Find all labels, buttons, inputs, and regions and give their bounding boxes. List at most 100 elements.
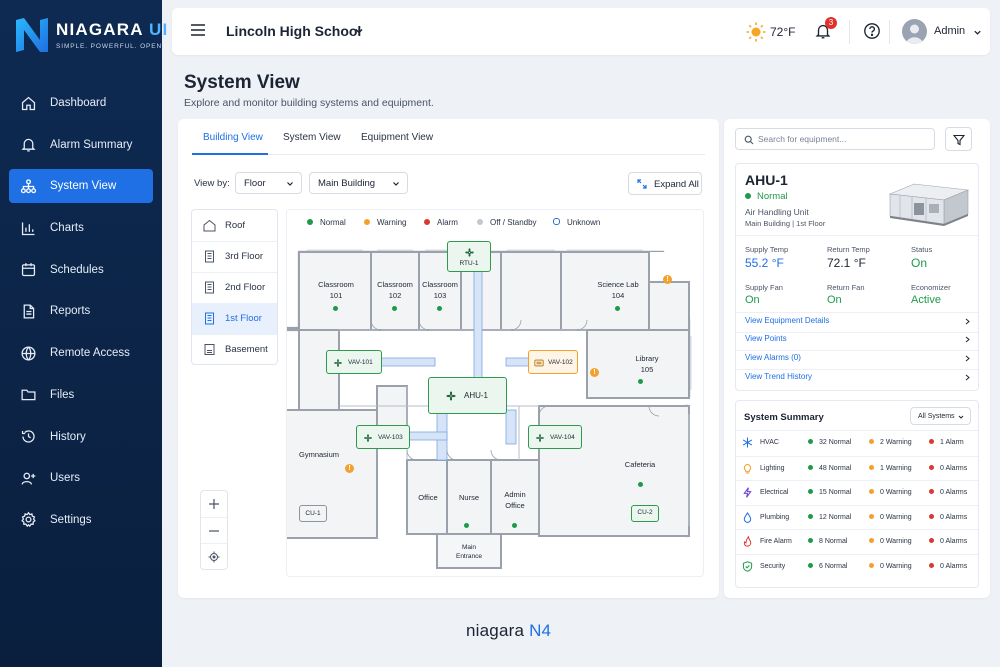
bulb-icon: [743, 463, 752, 474]
warning-indicator-icon[interactable]: !: [590, 368, 599, 377]
warning-indicator-icon[interactable]: !: [345, 464, 354, 473]
warning-count: 0 Warning: [869, 489, 912, 496]
tab-building-view[interactable]: Building View: [203, 132, 263, 143]
normal-count: 8 Normal: [808, 538, 847, 545]
view-points-link[interactable]: View Points: [745, 334, 971, 350]
divider: [736, 369, 978, 370]
building-icon: [205, 281, 214, 294]
zoom-in-button[interactable]: [201, 491, 227, 517]
warning-indicator-icon[interactable]: !: [663, 275, 672, 284]
sidebar-item-alarm-summary[interactable]: Alarm Summary: [9, 128, 153, 162]
chevron-down-icon: [958, 415, 964, 419]
user-name[interactable]: Admin: [934, 25, 965, 37]
sidebar-item-label: Remote Access: [50, 347, 130, 360]
equipment-tag-vav-104[interactable]: VAV-104: [528, 425, 582, 449]
floor-plan[interactable]: Normal Warning Alarm Off / Standby Unkno…: [286, 209, 704, 577]
chevron-down-icon: [393, 182, 399, 186]
floor-list: Roof 3rd Floor 2nd Floor 1st Floor Basem…: [191, 209, 278, 365]
floor-item-2nd[interactable]: 2nd Floor: [192, 272, 277, 303]
sidebar-item-files[interactable]: Files: [9, 378, 153, 412]
search-input[interactable]: [758, 132, 928, 146]
building-select[interactable]: Main Building: [309, 172, 408, 194]
floor-item-1st[interactable]: 1st Floor: [192, 303, 277, 334]
floor-item-roof[interactable]: Roof: [192, 210, 277, 241]
room-science-lab-104[interactable]: Science Lab 104: [592, 279, 644, 301]
view-by-label: View by:: [194, 178, 230, 189]
brand-logo[interactable]: NIAGARA UI SIMPLE. POWERFUL. OPEN.: [14, 16, 167, 60]
chevron-down-icon[interactable]: [354, 26, 364, 36]
room-nurse[interactable]: Nurse: [449, 492, 489, 503]
zoom-out-button[interactable]: [201, 517, 227, 543]
room-main-entrance[interactable]: Main Entrance: [437, 543, 501, 561]
search-icon: [744, 135, 754, 145]
fan-icon: [536, 434, 544, 442]
view-equipment-details-link[interactable]: View Equipment Details: [745, 316, 971, 332]
hamburger-menu-icon[interactable]: [190, 23, 206, 37]
footer-brand: niagara N4: [466, 621, 552, 640]
summary-row-security[interactable]: Security 6 Normal 0 Warning 0 Alarms: [736, 554, 978, 578]
sidebar-item-reports[interactable]: Reports: [9, 294, 153, 328]
normal-count: 48 Normal: [808, 465, 851, 472]
room-classroom-101[interactable]: Classroom 101: [309, 279, 363, 301]
equipment-tag-vav-103[interactable]: VAV-103: [356, 425, 410, 449]
brand-name: NIAGARA UI: [56, 20, 169, 39]
summary-row-hvac[interactable]: HVAC 32 Normal 2 Warning 1 Alarm: [736, 431, 978, 455]
sidebar-item-remote-access[interactable]: Remote Access: [9, 336, 153, 370]
expand-all-button[interactable]: Expand All: [628, 172, 702, 195]
sidebar-item-users[interactable]: Users: [9, 461, 153, 495]
alarm-count: 0 Alarms: [929, 563, 967, 570]
room-library-105[interactable]: Library 105: [622, 353, 672, 375]
filter-button[interactable]: [945, 127, 972, 151]
equipment-tag-vav-102[interactable]: VAV-102: [528, 350, 578, 374]
equipment-tag-rtu-1[interactable]: RTU-1: [447, 241, 491, 272]
sidebar-item-charts[interactable]: Charts: [9, 211, 153, 245]
summary-row-electrical[interactable]: Electrical 15 Normal 0 Warning 0 Alarms: [736, 480, 978, 504]
equipment-tag-cu-1[interactable]: CU-1: [299, 505, 327, 522]
summary-row-plumbing[interactable]: Plumbing 12 Normal 0 Warning 0 Alarms: [736, 505, 978, 529]
system-name: Plumbing: [760, 514, 790, 521]
floor-item-3rd[interactable]: 3rd Floor: [192, 241, 277, 272]
warning-count: 0 Warning: [869, 514, 912, 521]
sidebar-item-label: Dashboard: [50, 97, 107, 109]
room-admin-office[interactable]: Admin Office: [493, 489, 537, 511]
equipment-status: Normal: [745, 191, 788, 202]
room-office[interactable]: Office: [409, 492, 447, 503]
view-alarms-link[interactable]: View Alarms (0): [745, 353, 971, 369]
sidebar-item-schedules[interactable]: Schedules: [9, 253, 153, 287]
equipment-tag-cu-2[interactable]: CU-2: [631, 505, 659, 522]
sidebar-item-dashboard[interactable]: Dashboard: [9, 86, 153, 120]
user-avatar[interactable]: [902, 19, 927, 44]
room-gymnasium[interactable]: Gymnasium: [289, 449, 349, 460]
recenter-button[interactable]: [201, 543, 227, 569]
room-classroom-103[interactable]: Classroom 103: [417, 279, 463, 301]
tab-equipment-view[interactable]: Equipment View: [361, 132, 433, 143]
site-selector[interactable]: Lincoln High School: [226, 23, 361, 39]
brand-tagline: SIMPLE. POWERFUL. OPEN.: [56, 43, 165, 50]
fan-icon: [446, 391, 456, 401]
summary-row-fire-alarm[interactable]: Fire Alarm 8 Normal 0 Warning 0 Alarms: [736, 529, 978, 553]
equipment-search[interactable]: [735, 128, 935, 150]
help-icon[interactable]: [863, 22, 881, 40]
sidebar-item-label: Charts: [50, 222, 84, 235]
sidebar-item-system-view[interactable]: System View: [9, 169, 153, 204]
floor-label: 1st Floor: [225, 313, 262, 324]
room-cafeteria[interactable]: Cafeteria: [613, 459, 667, 470]
view-trend-history-link[interactable]: View Trend History: [745, 372, 971, 388]
view-by-select[interactable]: Floor: [235, 172, 302, 194]
system-name: HVAC: [760, 439, 779, 446]
room-classroom-102[interactable]: Classroom 102: [371, 279, 419, 301]
sidebar-item-history[interactable]: History: [9, 420, 153, 454]
chevron-down-icon[interactable]: [973, 28, 982, 37]
sidebar-item-label: Alarm Summary: [50, 138, 133, 151]
equipment-tag-ahu-1[interactable]: AHU-1: [428, 377, 507, 414]
sidebar-item-settings[interactable]: Settings: [9, 503, 153, 537]
equipment-name: AHU-1: [745, 172, 788, 188]
roof-icon: [203, 219, 216, 232]
tab-system-view[interactable]: System View: [283, 132, 341, 143]
system-filter-select[interactable]: All Systems: [910, 407, 971, 425]
summary-row-lighting[interactable]: Lighting 48 Normal 1 Warning 0 Alarms: [736, 456, 978, 480]
equipment-tag-vav-101[interactable]: VAV-101: [326, 350, 382, 374]
floor-label: 2nd Floor: [225, 282, 266, 293]
equipment-type: Air Handling Unit: [745, 207, 809, 217]
floor-item-basement[interactable]: Basement: [192, 334, 277, 365]
